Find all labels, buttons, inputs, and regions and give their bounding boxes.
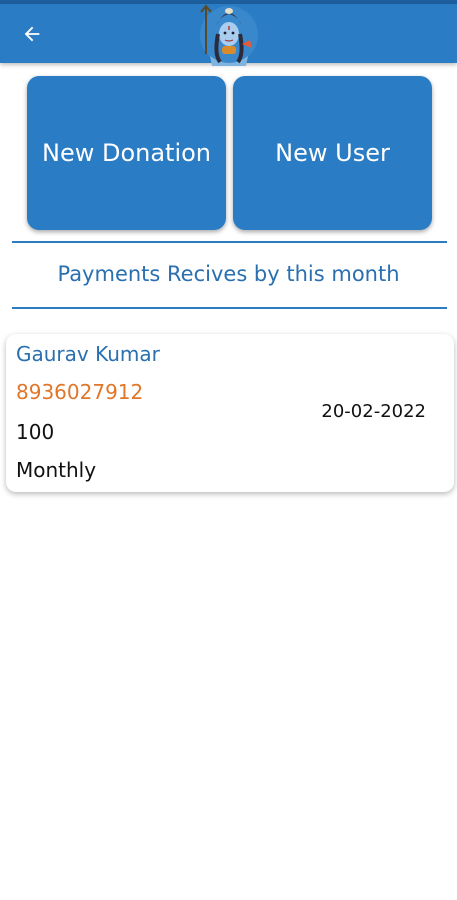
new-user-button[interactable]: New User <box>233 76 432 230</box>
payer-name: Gaurav Kumar <box>16 342 160 366</box>
shiva-deity-logo <box>200 4 258 66</box>
new-donation-label: New Donation <box>41 139 212 167</box>
divider-bottom <box>12 307 447 309</box>
app-bar <box>0 4 457 66</box>
payment-frequency: Monthly <box>16 458 97 482</box>
payment-card[interactable]: Gaurav Kumar 8936027912 100 Monthly 20-0… <box>6 334 454 492</box>
payment-date: 20-02-2022 <box>321 401 426 422</box>
back-button[interactable] <box>14 16 50 52</box>
new-donation-button[interactable]: New Donation <box>27 76 226 230</box>
arrow-left-icon <box>24 26 40 42</box>
divider-top <box>12 241 447 243</box>
payment-amount: 100 <box>16 420 55 444</box>
payer-phone: 8936027912 <box>16 380 144 404</box>
section-title: Payments Recives by this month <box>57 262 400 286</box>
new-user-label: New User <box>275 139 390 167</box>
